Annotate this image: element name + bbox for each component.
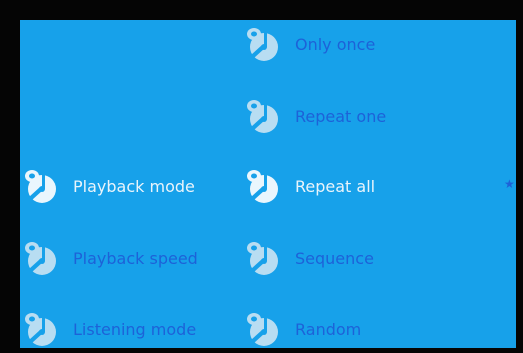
submenu-item-label: Random bbox=[295, 319, 362, 339]
menu-item-label: Playback mode bbox=[73, 176, 195, 196]
submenu-item-label: Repeat all bbox=[295, 176, 376, 196]
music-disc-icon bbox=[245, 97, 279, 135]
music-disc-icon bbox=[23, 310, 57, 348]
menu-item-playback-mode[interactable]: Playback mode bbox=[23, 166, 195, 206]
submenu-item-random[interactable]: Random bbox=[245, 309, 361, 348]
menu-item-label: Listening mode bbox=[73, 319, 197, 339]
submenu-item-repeat-one[interactable]: Repeat one bbox=[245, 96, 386, 136]
submenu-item-label: Only once bbox=[295, 34, 376, 54]
menu-item-playback-speed[interactable]: Playback speed bbox=[23, 238, 198, 278]
current-selection-star-icon: ★ bbox=[504, 177, 515, 191]
music-disc-icon bbox=[23, 167, 57, 205]
submenu-item-repeat-all[interactable]: Repeat all bbox=[245, 166, 375, 206]
menu-item-listening-mode[interactable]: Listening mode bbox=[23, 309, 196, 348]
menu-screen: Playback mode Playback speed Listening m… bbox=[20, 20, 516, 348]
music-disc-icon bbox=[23, 239, 57, 277]
music-disc-icon bbox=[245, 310, 279, 348]
submenu-item-label: Sequence bbox=[295, 248, 374, 268]
menu-item-label: Playback speed bbox=[73, 248, 198, 268]
music-disc-icon bbox=[245, 239, 279, 277]
submenu-item-label: Repeat one bbox=[295, 106, 387, 126]
submenu-item-only-once[interactable]: Only once bbox=[245, 24, 375, 64]
submenu-item-sequence[interactable]: Sequence bbox=[245, 238, 374, 278]
music-disc-icon bbox=[245, 25, 279, 63]
music-disc-icon bbox=[245, 167, 279, 205]
